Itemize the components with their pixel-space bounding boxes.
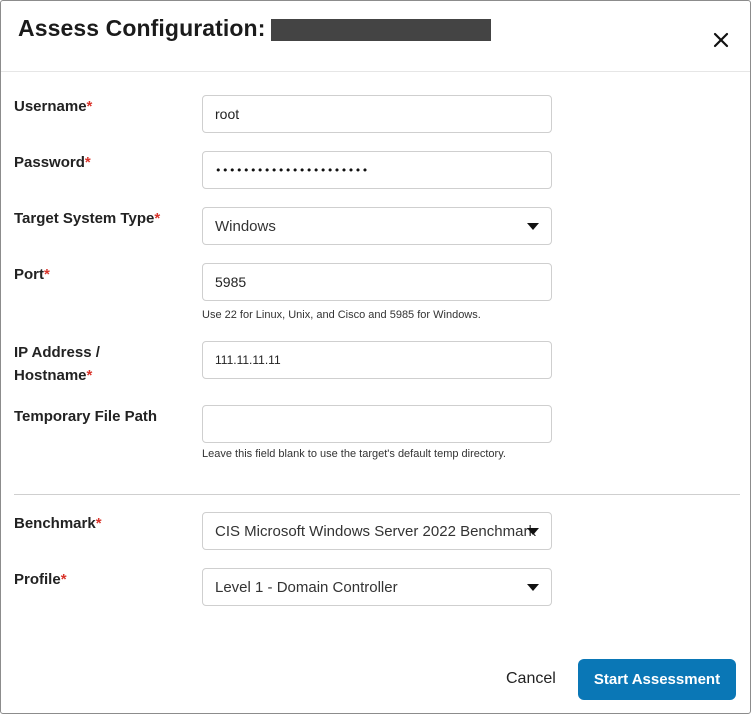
benchmark-label: Benchmark*: [14, 512, 102, 535]
ip-address-input[interactable]: [202, 341, 552, 379]
temp-path-label-text: Temporary File Path: [14, 408, 158, 425]
ip-address-label-line2: Hostname: [14, 367, 87, 384]
start-assessment-button[interactable]: Start Assessment: [578, 659, 736, 700]
username-label-text: Username: [14, 98, 87, 115]
chevron-down-icon: [527, 223, 539, 230]
benchmark-select[interactable]: CIS Microsoft Windows Server 2022 Benchm…: [202, 512, 552, 550]
benchmark-value: CIS Microsoft Windows Server 2022 Benchm…: [215, 522, 536, 540]
password-label: Password*: [14, 151, 91, 174]
port-hint: Use 22 for Linux, Unix, and Cisco and 59…: [202, 309, 481, 321]
chevron-down-icon: [527, 584, 539, 591]
profile-label: Profile*: [14, 568, 67, 591]
required-marker: *: [44, 266, 50, 283]
port-label-text: Port: [14, 266, 44, 283]
target-system-type-label: Target System Type*: [14, 207, 160, 230]
required-marker: *: [86, 367, 93, 384]
port-input[interactable]: [202, 263, 552, 301]
username-input[interactable]: [202, 95, 552, 133]
section-divider: [14, 494, 740, 495]
profile-select[interactable]: Level 1 - Domain Controller: [202, 568, 552, 606]
dialog-title: Assess Configuration:: [18, 15, 266, 41]
temp-path-hint: Leave this field blank to use the target…: [202, 448, 506, 460]
password-label-text: Password: [14, 154, 85, 171]
ip-address-label-line1: IP Address /: [14, 344, 100, 361]
password-masked-value: ••••••••••••••••••••••: [215, 163, 369, 177]
assess-configuration-dialog: Assess Configuration: Username* Password…: [0, 0, 751, 714]
dialog-header: Assess Configuration:: [18, 15, 492, 42]
temp-path-label: Temporary File Path: [14, 405, 157, 428]
benchmark-label-text: Benchmark: [14, 515, 96, 532]
header-divider: [1, 71, 750, 72]
ip-address-label: IP Address / Hostname*: [14, 341, 100, 387]
username-label: Username*: [14, 95, 92, 118]
required-marker: *: [86, 98, 93, 115]
required-marker: *: [60, 571, 67, 588]
close-button[interactable]: [710, 29, 732, 51]
target-system-type-value: Windows: [215, 217, 276, 235]
chevron-down-icon: [527, 528, 539, 535]
redacted-target-name: [271, 18, 492, 41]
required-marker: *: [95, 515, 102, 532]
password-input[interactable]: ••••••••••••••••••••••: [202, 151, 552, 189]
target-system-type-select[interactable]: Windows: [202, 207, 552, 245]
cancel-button[interactable]: Cancel: [494, 663, 568, 695]
profile-label-text: Profile: [14, 571, 61, 588]
temp-path-input[interactable]: [202, 405, 552, 443]
required-marker: *: [84, 154, 91, 171]
profile-value: Level 1 - Domain Controller: [215, 578, 398, 596]
target-system-type-label-text: Target System Type: [14, 210, 155, 227]
required-marker: *: [154, 210, 161, 227]
close-icon: [713, 32, 729, 48]
port-label: Port*: [14, 263, 50, 286]
